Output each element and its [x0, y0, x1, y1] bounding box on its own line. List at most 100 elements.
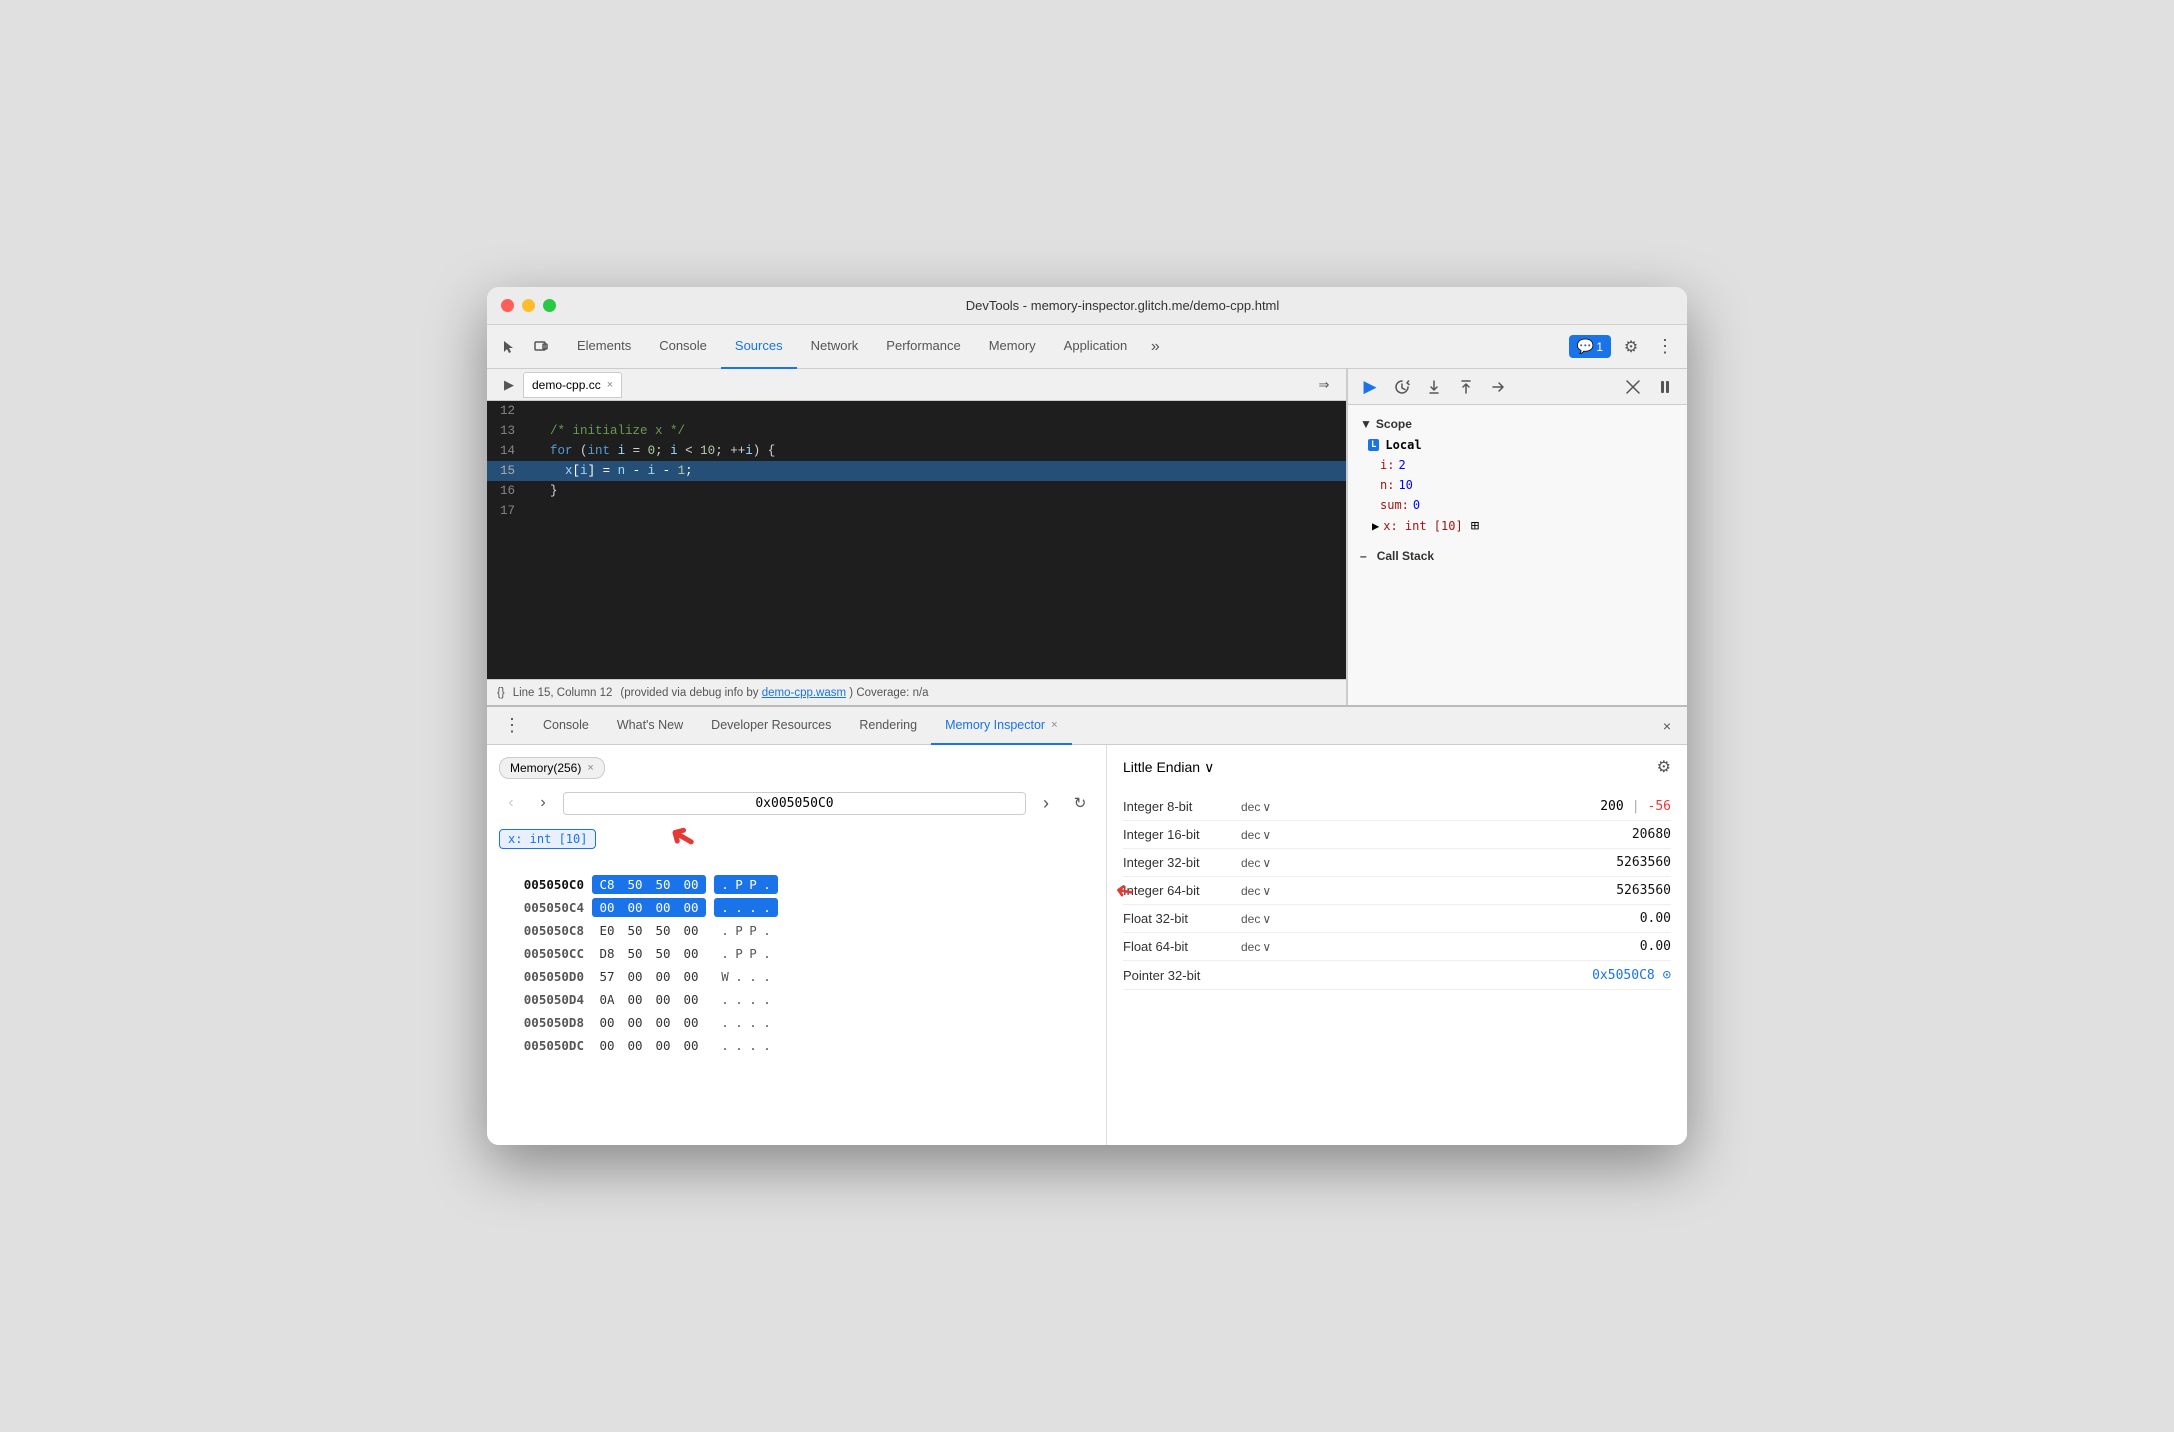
wasm-link[interactable]: demo-cpp.wasm	[762, 687, 846, 699]
endian-selector[interactable]: Little Endian ∨	[1123, 759, 1214, 776]
float32-format-selector[interactable]: dec ∨	[1241, 912, 1271, 926]
memory-left-panel: Memory(256) × ‹ › › ↻ x: int [10	[487, 745, 1107, 1145]
callstack-header[interactable]: – Call Stack	[1348, 545, 1687, 567]
tab-console[interactable]: Console	[645, 325, 721, 369]
type-row-float64: Float 64-bit dec ∨ 0.00	[1123, 933, 1671, 961]
endian-header: Little Endian ∨ ⚙	[1123, 757, 1671, 777]
pointer-follow-icon[interactable]: ⊙	[1663, 967, 1671, 983]
tab-sources[interactable]: Sources	[721, 325, 797, 369]
file-tab-bar: ▶ demo-cpp.cc × ⇒	[487, 369, 1346, 401]
tab-rendering[interactable]: Rendering	[845, 707, 931, 745]
memory-tab-256[interactable]: Memory(256) ×	[499, 757, 605, 779]
hex-group-3[interactable]: D8 50 50 00	[592, 944, 706, 963]
file-tab-demo-cpp[interactable]: demo-cpp.cc ×	[523, 372, 622, 398]
step-button[interactable]	[1484, 373, 1512, 401]
var-sum: sum: 0	[1348, 495, 1687, 515]
tab-application[interactable]: Application	[1050, 325, 1142, 369]
more-options-icon[interactable]: ⋮	[1651, 333, 1679, 361]
format-icon[interactable]: {}	[497, 687, 505, 699]
ascii-group-3[interactable]: . P P .	[714, 944, 778, 963]
tab-memory-inspector[interactable]: Memory Inspector ×	[931, 707, 1071, 745]
hex-group-2[interactable]: E0 50 50 00	[592, 921, 706, 940]
hex-group-7[interactable]: 00 00 00 00	[592, 1036, 706, 1055]
int64-format-selector[interactable]: dec ∨	[1241, 884, 1271, 898]
pointer-link[interactable]: 0x5050C8 ⊙	[1592, 968, 1671, 983]
minimize-button[interactable]	[522, 299, 535, 312]
cursor-position: Line 15, Column 12	[513, 687, 613, 699]
refresh-memory-button[interactable]: ↻	[1066, 789, 1094, 817]
devtools-window: DevTools - memory-inspector.glitch.me/de…	[487, 287, 1687, 1145]
variable-badge[interactable]: x: int [10]	[499, 829, 596, 849]
mem-row-6: 005050D8 00 00 00 00 . . .	[499, 1011, 1094, 1034]
tab-memory[interactable]: Memory	[975, 325, 1050, 369]
close-button[interactable]	[501, 299, 514, 312]
nav-back-button[interactable]: ‹	[499, 791, 523, 815]
debug-toolbar: ▶	[1348, 369, 1687, 405]
nav-next-button[interactable]: ›	[1034, 791, 1058, 815]
local-section[interactable]: L Local	[1348, 435, 1687, 455]
tab-performance[interactable]: Performance	[872, 325, 974, 369]
deactivate-breakpoints-button[interactable]	[1619, 373, 1647, 401]
nav-forward-button[interactable]: ›	[531, 791, 555, 815]
cursor-icon[interactable]	[495, 333, 523, 361]
value-inspector-settings[interactable]: ⚙	[1657, 757, 1671, 777]
ascii-group-2[interactable]: . P P .	[714, 921, 778, 940]
int8-format-selector[interactable]: dec ∨	[1241, 800, 1271, 814]
code-editor[interactable]: 12 13 /* initialize x */ 14 for (int i =…	[487, 401, 1346, 679]
feedback-badge[interactable]: 💬 1	[1569, 335, 1611, 358]
run-icon[interactable]: ▶	[495, 371, 523, 399]
hex-group-4[interactable]: 57 00 00 00	[592, 967, 706, 986]
memory-tab-bar: Memory(256) ×	[499, 757, 1094, 779]
more-tabs-icon[interactable]: »	[1141, 333, 1169, 361]
address-input[interactable]	[563, 792, 1026, 815]
int32-format-selector[interactable]: dec ∨	[1241, 856, 1271, 870]
tab-network[interactable]: Network	[797, 325, 873, 369]
type-row-pointer32: Pointer 32-bit 0x5050C8 ⊙	[1123, 961, 1671, 990]
tab-developer-resources[interactable]: Developer Resources	[697, 707, 845, 745]
code-line-13: 13 /* initialize x */	[487, 421, 1346, 441]
traffic-lights	[501, 299, 556, 312]
float64-format-selector[interactable]: dec ∨	[1241, 940, 1271, 954]
step-out-button[interactable]	[1452, 373, 1480, 401]
ascii-group-5[interactable]: . . . .	[714, 990, 778, 1009]
hex-group-1[interactable]: 00 00 00 00	[592, 898, 706, 917]
step-into-button[interactable]	[1420, 373, 1448, 401]
resume-button[interactable]: ▶	[1356, 373, 1384, 401]
settings-icon[interactable]: ⚙	[1617, 333, 1645, 361]
close-bottom-panel-icon[interactable]: ×	[1655, 714, 1679, 738]
tab-console-bottom[interactable]: Console	[529, 707, 603, 745]
memory-nav: ‹ › › ↻	[499, 789, 1094, 817]
code-line-12: 12	[487, 401, 1346, 421]
window-title: DevTools - memory-inspector.glitch.me/de…	[572, 298, 1673, 313]
mem-row-7: 005050DC 00 00 00 00 . . .	[499, 1034, 1094, 1057]
int16-format-selector[interactable]: dec ∨	[1241, 828, 1271, 842]
callstack-icon: –	[1360, 549, 1367, 563]
int64-value: 5263560	[1616, 883, 1671, 898]
var-x[interactable]: ▶ x: int [10] ⊞	[1348, 515, 1687, 537]
device-toggle-icon[interactable]	[527, 333, 555, 361]
maximize-button[interactable]	[543, 299, 556, 312]
close-file-tab[interactable]: ×	[607, 379, 613, 391]
tab-elements[interactable]: Elements	[563, 325, 645, 369]
step-over-button[interactable]	[1388, 373, 1416, 401]
navigate-file-icon[interactable]: ⇒	[1310, 371, 1338, 399]
hex-group-6[interactable]: 00 00 00 00	[592, 1013, 706, 1032]
tab-whats-new[interactable]: What's New	[603, 707, 697, 745]
devtools-content: Elements Console Sources Network Perform…	[487, 325, 1687, 1145]
pause-on-exceptions-button[interactable]	[1651, 373, 1679, 401]
ascii-group-4[interactable]: W . . .	[714, 967, 778, 986]
ascii-group-0[interactable]: . P P .	[714, 875, 778, 894]
file-tab-icons: ⇒	[1310, 371, 1338, 399]
bottom-panel-menu[interactable]: ⋮	[495, 715, 529, 736]
ascii-group-1[interactable]: . . . .	[714, 898, 778, 917]
debug-info: (provided via debug info by demo-cpp.was…	[620, 687, 928, 699]
close-memory-tab[interactable]: ×	[587, 762, 593, 774]
hex-group-5[interactable]: 0A 00 00 00	[592, 990, 706, 1009]
status-bar: {} Line 15, Column 12 (provided via debu…	[487, 679, 1346, 705]
ascii-group-7[interactable]: . . . .	[714, 1036, 778, 1055]
scope-collapse-icon: ▼	[1360, 417, 1372, 431]
hex-group-0[interactable]: C8 50 50 00	[592, 875, 706, 894]
scope-header[interactable]: ▼ Scope	[1348, 413, 1687, 435]
close-memory-inspector-tab[interactable]: ×	[1051, 719, 1057, 731]
ascii-group-6[interactable]: . . . .	[714, 1013, 778, 1032]
